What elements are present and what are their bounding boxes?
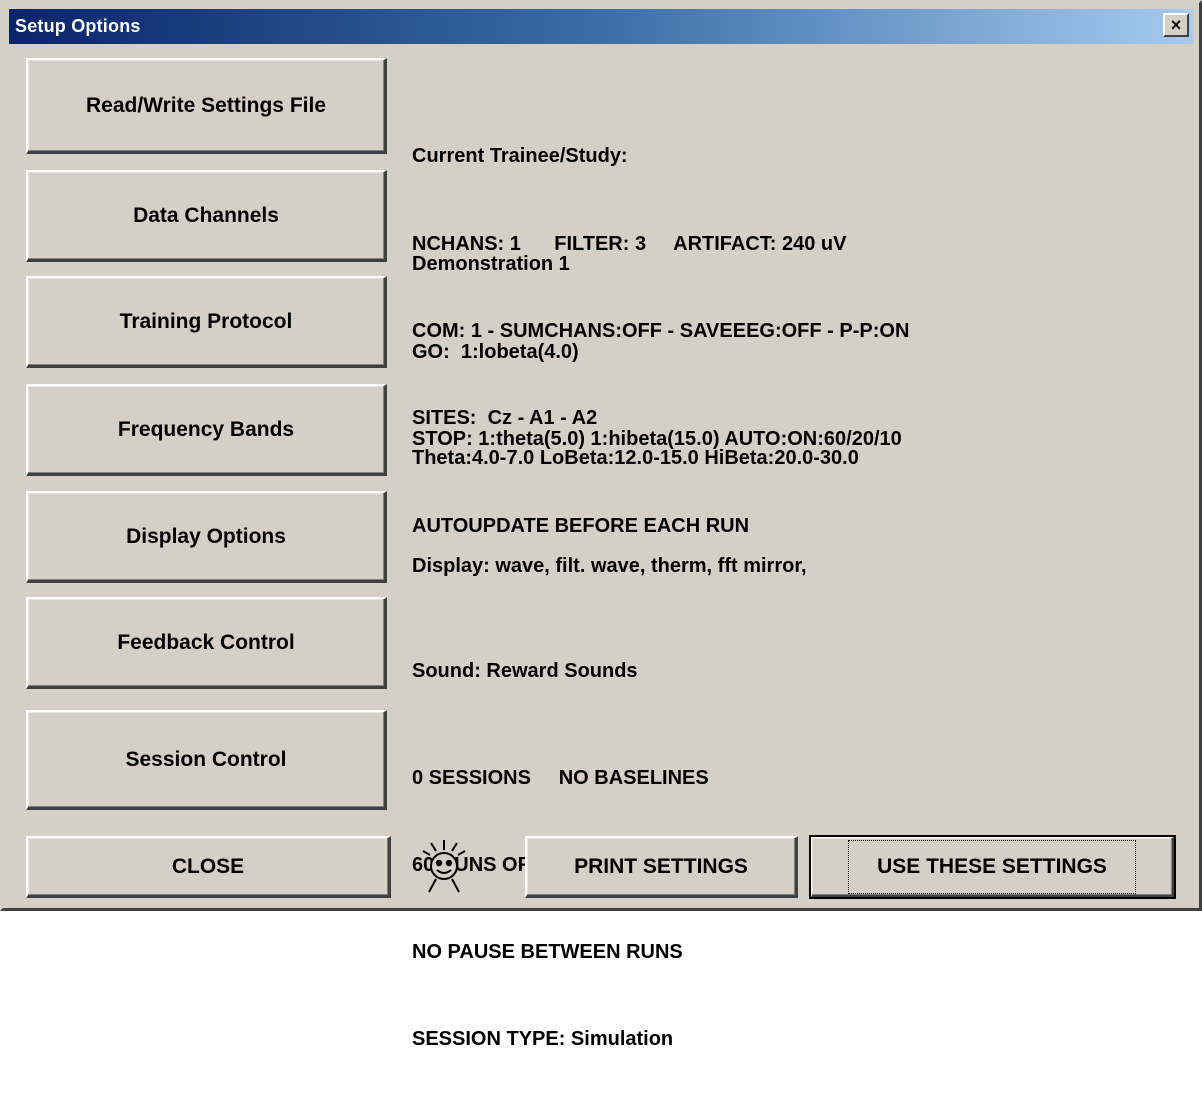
title-bar[interactable]: Setup Options × [9,9,1193,44]
data-channels-button[interactable]: Data Channels [26,170,387,262]
print-settings-button[interactable]: PRINT SETTINGS [525,836,798,898]
feedback-line-1: Sound: Reward Sounds [412,660,638,682]
session-line-4: SESSION TYPE: Simulation [412,1028,674,1050]
channels-line-1: NCHANS: 1 FILTER: 3 ARTIFACT: 240 uV [412,233,847,255]
frequency-bands-label: Frequency Bands [117,417,295,441]
display-options-label: Display Options [126,524,286,548]
smiley-face-icon [422,840,466,893]
window-title: Setup Options [15,16,141,36]
session-line-1: 0 SESSIONS NO BASELINES [412,767,709,789]
display-line-1: Display: wave, filt. wave, therm, fft mi… [412,555,807,577]
session-control-button[interactable]: Session Control [26,710,387,810]
client-area: Read/Write Settings File Data Channels T… [9,44,1193,1050]
display-options-button[interactable]: Display Options [26,491,387,583]
data-channels-label: Data Channels [133,203,279,227]
feedback-control-button[interactable]: Feedback Control [26,597,387,689]
close-button-label: CLOSE [171,854,245,878]
trainee-heading: Current Trainee/Study: [412,145,628,167]
training-protocol-label: Training Protocol [119,309,293,333]
training-protocol-button[interactable]: Training Protocol [26,276,387,368]
use-these-settings-label: USE THESE SETTINGS [848,839,1136,894]
session-line-3: NO PAUSE BETWEEN RUNS [412,941,683,963]
frequency-bands-button[interactable]: Frequency Bands [26,384,387,476]
setup-options-window: Setup Options × Read/Write Settings File… [0,0,1202,1050]
read-write-settings-label: Read/Write Settings File [86,93,326,117]
bands-line-1: Theta:4.0-7.0 LoBeta:12.0-15.0 HiBeta:20… [412,447,859,469]
session-control-label: Session Control [125,747,287,771]
close-button[interactable]: CLOSE [26,836,391,898]
print-settings-label: PRINT SETTINGS [574,854,748,878]
protocol-line-1: GO: 1:lobeta(4.0) [412,341,579,363]
use-these-settings-button[interactable]: USE THESE SETTINGS [809,835,1176,899]
feedback-control-label: Feedback Control [117,630,295,654]
session-info: 0 SESSIONS NO BASELINES 60 RUNS OF LENGT… [412,706,709,1112]
close-icon[interactable]: × [1163,13,1189,37]
read-write-settings-button[interactable]: Read/Write Settings File [26,58,387,154]
